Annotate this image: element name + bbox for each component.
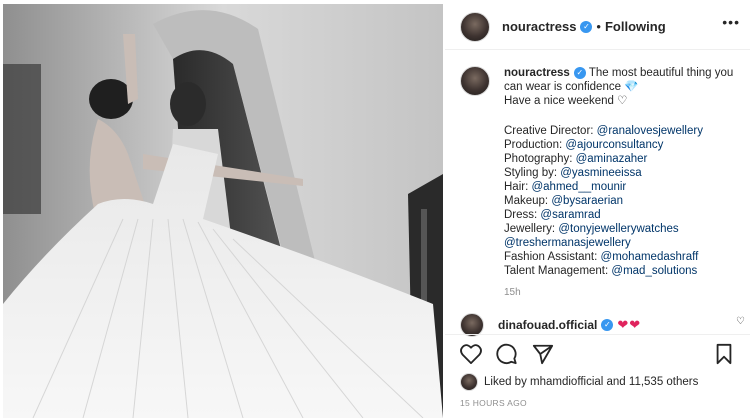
mention-link[interactable]: @saramrad [540, 209, 600, 221]
caption-time[interactable]: 15h [504, 286, 745, 300]
post-sidebar: nouractress ✓ • Following ••• nouractres… [445, 0, 750, 420]
credits-list: Creative Director: @ranalovesjewellery P… [504, 124, 745, 278]
credit-label: Makeup: [504, 195, 552, 207]
mention-link[interactable]: @bysaraerian [551, 195, 623, 207]
caption-author-avatar[interactable] [460, 66, 490, 96]
caption-username[interactable]: nouractress [504, 67, 570, 79]
mention-link[interactable]: @yasmineeissa [560, 167, 641, 179]
mention-link[interactable]: @treshermanasjewellery [504, 237, 631, 249]
credit-line: Dress: @saramrad [504, 208, 745, 222]
caption-line-2: Have a nice weekend [504, 95, 614, 107]
credit-label: Creative Director: [504, 125, 597, 137]
credit-line: Styling by: @yasmineeissa [504, 166, 745, 180]
credit-label: Photography: [504, 153, 576, 165]
comment-icon[interactable] [495, 342, 519, 366]
credit-line: Jewellery: @tonyjewellerywatches [504, 222, 745, 236]
post-photo[interactable] [3, 4, 443, 418]
credit-line: Talent Management: @mad_solutions [504, 264, 745, 278]
comment-text: ❤❤ [617, 317, 642, 332]
mention-link[interactable]: @mohamedashraff [601, 251, 699, 263]
mention-link[interactable]: @aminazaher [576, 153, 648, 165]
caption-verified-badge-icon: ✓ [573, 66, 586, 79]
author-username[interactable]: nouractress [502, 19, 576, 34]
mention-link[interactable]: @ahmed__mounir [531, 181, 626, 193]
likes-summary: Liked by mhamdiofficial and 11,535 other… [460, 373, 698, 391]
following-button[interactable]: Following [605, 19, 666, 34]
credit-line: Hair: @ahmed__mounir [504, 180, 745, 194]
heart-icon[interactable] [459, 342, 483, 366]
credit-line: @treshermanasjewellery [504, 236, 745, 250]
verified-badge-icon: ✓ [580, 20, 593, 33]
author-avatar[interactable] [460, 11, 490, 42]
credit-label: Dress: [504, 209, 541, 221]
mention-link[interactable]: @tonyjewellerywatches [558, 223, 678, 235]
credit-line: Fashion Assistant: @mohamedashraff [504, 250, 745, 264]
credit-label: Fashion Assistant: [504, 251, 601, 263]
photo-illustration [3, 4, 443, 418]
credit-label: Production: [504, 139, 566, 151]
action-bar [445, 334, 750, 372]
liker-avatar[interactable] [460, 373, 478, 391]
credit-line: Creative Director: @ranalovesjewellery [504, 124, 745, 138]
credit-line: Photography: @aminazaher [504, 152, 745, 166]
comment-like-heart-icon[interactable]: ♡ [736, 316, 745, 327]
post-header: nouractress ✓ • Following ••• [445, 4, 750, 50]
post-caption: nouractress ✓ The most beautiful thing yo… [460, 66, 745, 300]
mention-link[interactable]: @ajourconsultancy [565, 139, 663, 151]
bookmark-icon[interactable] [712, 342, 736, 366]
post-timestamp[interactable]: 15 HOURS AGO [460, 398, 527, 408]
commenter-username[interactable]: dinafouad.official [498, 318, 597, 332]
likes-text[interactable]: Liked by mhamdiofficial and 11,535 other… [484, 376, 698, 388]
ellipsis-icon[interactable]: ••• [722, 14, 740, 30]
caption-body: nouractress ✓ The most beautiful thing yo… [504, 66, 745, 300]
credit-label: Styling by: [504, 167, 561, 179]
commenter-verified-badge-icon: ✓ [601, 319, 614, 331]
credit-line: Makeup: @bysaraerian [504, 194, 745, 208]
diamond-emoji-icon: 💎 [624, 81, 639, 93]
separator-dot: • [596, 19, 601, 34]
mention-link[interactable]: @mad_solutions [611, 265, 697, 277]
share-icon[interactable] [531, 342, 555, 366]
credit-label: Jewellery: [504, 223, 559, 235]
credit-label: Hair: [504, 181, 532, 193]
white-heart-emoji-icon: ♡ [617, 95, 628, 107]
credit-label: Talent Management: [504, 265, 612, 277]
mention-link[interactable]: @ranalovesjewellery [597, 125, 703, 137]
instagram-post: nouractress ✓ • Following ••• nouractres… [0, 0, 750, 420]
credit-line: Production: @ajourconsultancy [504, 138, 745, 152]
